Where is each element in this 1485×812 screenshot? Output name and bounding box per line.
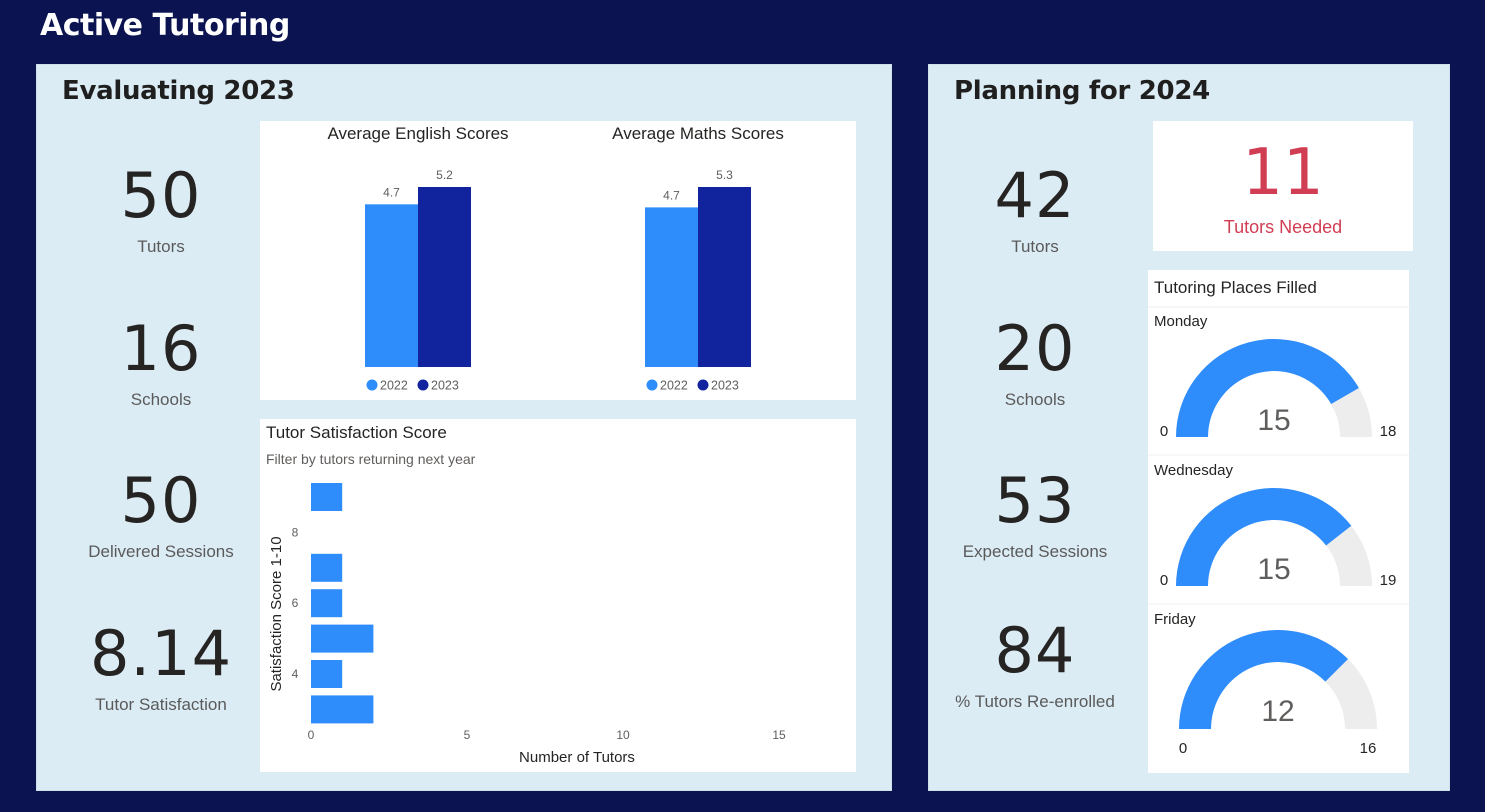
kpi-expected-sessions: 53 Expected Sessions <box>935 470 1135 562</box>
score-bar-2023 <box>698 187 751 367</box>
satisfaction-bar <box>311 624 374 653</box>
x-tick-label: 15 <box>772 728 786 742</box>
satisfaction-bar <box>311 589 343 618</box>
y-tick-label: 8 <box>292 525 299 539</box>
tutors-needed-label: Tutors Needed <box>1223 217 1343 237</box>
kpi-label: % Tutors Re-enrolled <box>955 692 1115 711</box>
x-tick-label: 5 <box>464 728 471 742</box>
kpi-label: Tutors <box>137 237 185 256</box>
gauge-day-label: Monday <box>1154 313 1208 330</box>
kpi-schools-2024: 20 Schools <box>935 318 1135 410</box>
kpi-value: 20 <box>994 312 1076 385</box>
score-data-label: 5.3 <box>716 168 733 182</box>
tutors-needed-card: 11 Tutors Needed <box>1153 121 1413 251</box>
gauge-value: 15 <box>1257 553 1290 586</box>
x-axis-title: Number of Tutors <box>519 749 635 766</box>
legend-marker-2022 <box>646 379 658 391</box>
satisfaction-bar-chart: 8 6 4 0 5 10 15 Number of Tutors Satisfaction Sc… <box>268 483 786 766</box>
kpi-tutors-2023: 50 Tutors <box>61 165 261 257</box>
x-tick-label: 10 <box>616 728 630 742</box>
gauge-value: 15 <box>1257 404 1290 437</box>
kpi-label: Expected Sessions <box>962 542 1108 561</box>
kpi-value: 84 <box>994 614 1076 687</box>
kpi-tutors-reenrolled: 84 % Tutors Re-enrolled <box>935 620 1135 712</box>
kpi-value: 42 <box>994 159 1076 232</box>
score-chart-title: Average Maths Scores <box>612 124 784 143</box>
legend-marker-2022 <box>366 379 378 391</box>
kpi-label: Schools <box>1004 390 1066 409</box>
kpi-value: 16 <box>120 312 202 385</box>
kpi-label: Delivered Sessions <box>88 542 234 561</box>
kpi-label: Tutor Satisfaction <box>95 695 227 714</box>
average-scores-card: Average English Scores 4.7 5.2 2022 2023 Aver… <box>260 121 856 400</box>
score-bar-2022 <box>645 207 698 367</box>
evaluating-panel: Evaluating 2023 50 Tutors 16 Schools 50 … <box>36 64 892 791</box>
evaluating-panel-title: Evaluating 2023 <box>62 76 295 106</box>
y-tick-label: 4 <box>292 667 299 681</box>
gauge-min-label: 0 <box>1160 423 1168 440</box>
places-filled-gauges: Tutoring Places Filled Monday 15 0 18 Wednesd… <box>1148 278 1409 757</box>
gauge-min-label: 0 <box>1179 740 1187 757</box>
kpi-schools-2023: 16 Schools <box>61 318 261 410</box>
y-tick-label: 6 <box>292 596 299 610</box>
legend-marker-2023 <box>697 379 709 391</box>
score-data-label: 5.2 <box>436 168 453 182</box>
kpi-value: 53 <box>994 464 1076 537</box>
kpi-value: 8.14 <box>89 617 233 690</box>
kpi-tutors-2024: 42 Tutors <box>935 165 1135 257</box>
planning-panel-title: Planning for 2024 <box>954 76 1210 106</box>
score-chart-title: Average English Scores <box>327 124 508 143</box>
gauge-max-label: 18 <box>1380 423 1397 440</box>
kpi-delivered-sessions: 50 Delivered Sessions <box>61 470 261 562</box>
kpi-label: Schools <box>130 390 192 409</box>
y-axis-title: Satisfaction Score 1-10 <box>268 536 285 691</box>
kpi-label: Tutors <box>1011 237 1059 256</box>
score-data-label: 4.7 <box>383 185 400 199</box>
kpi-value: 50 <box>120 159 202 232</box>
score-bar-2022 <box>365 204 418 367</box>
gauge-day-label: Wednesday <box>1154 462 1233 479</box>
legend-label-2022: 2022 <box>380 379 408 393</box>
legend-marker-2023 <box>417 379 429 391</box>
tutors-needed-value: 11 <box>1242 136 1324 210</box>
legend-label-2023: 2023 <box>431 379 459 393</box>
satisfaction-bar <box>311 553 343 582</box>
satisfaction-bar <box>311 695 374 724</box>
gauge-day-label: Friday <box>1154 611 1196 628</box>
satisfaction-bar <box>311 660 343 688</box>
score-data-label: 4.7 <box>663 188 680 202</box>
x-tick-label: 0 <box>308 728 315 742</box>
gauge-value: 12 <box>1261 695 1294 728</box>
places-filled-title: Tutoring Places Filled <box>1154 278 1317 297</box>
gauge-max-label: 16 <box>1360 740 1377 757</box>
kpi-value: 50 <box>120 464 202 537</box>
gauge-min-label: 0 <box>1160 572 1168 589</box>
page-title: Active Tutoring <box>40 8 290 43</box>
gauge-max-label: 19 <box>1380 572 1397 589</box>
satisfaction-bar <box>311 483 343 511</box>
legend-label-2022: 2022 <box>660 379 688 393</box>
average-scores-charts: Average English Scores 4.7 5.2 2022 2023 Aver… <box>327 124 784 393</box>
satisfaction-card: Tutor Satisfaction Score Filter by tutor… <box>260 419 856 772</box>
legend-label-2023: 2023 <box>711 379 739 393</box>
score-bar-2023 <box>418 187 471 367</box>
planning-panel: Planning for 2024 42 Tutors 20 Schools 5… <box>928 64 1450 791</box>
places-filled-card: Tutoring Places Filled Monday 15 0 18 Wednesd… <box>1148 270 1409 773</box>
kpi-tutor-satisfaction: 8.14 Tutor Satisfaction <box>61 623 261 715</box>
